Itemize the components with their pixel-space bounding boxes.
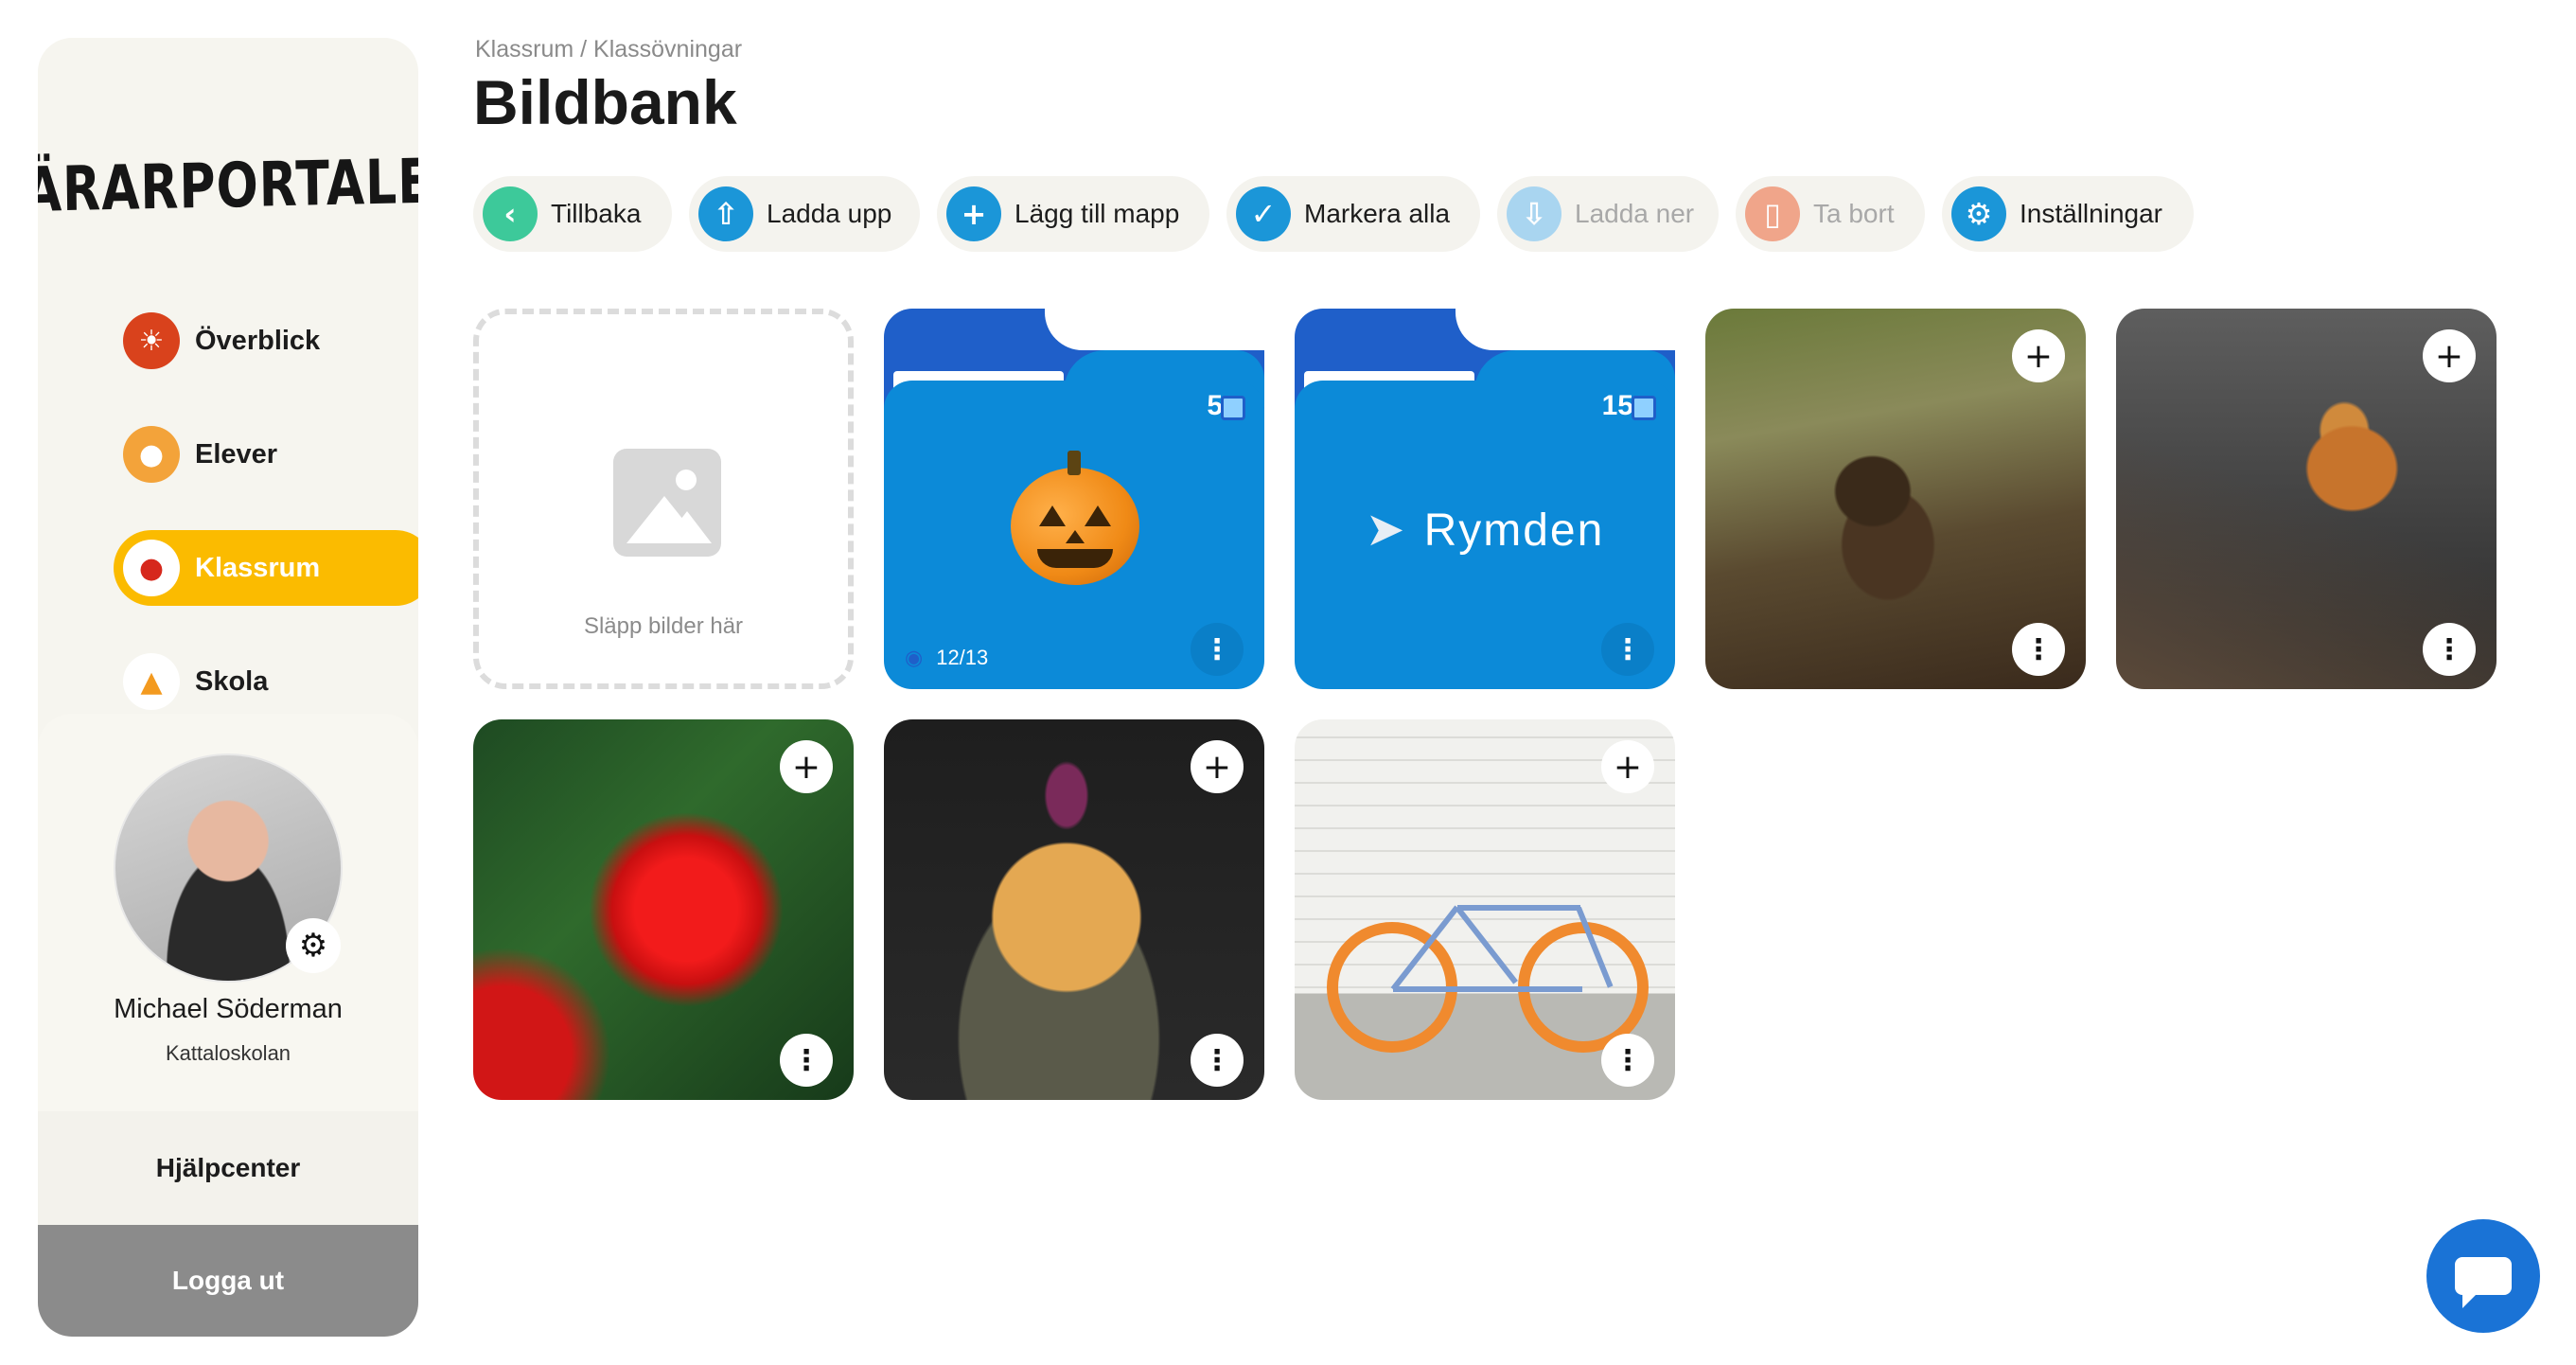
folder-image-count: 15 xyxy=(1601,390,1633,421)
school-icon: ▲ xyxy=(123,653,180,710)
delete-button-label: Ta bort xyxy=(1813,199,1895,228)
sidebar-item-label: Överblick xyxy=(195,325,321,356)
chevron-left-icon: ‹ xyxy=(483,186,538,241)
cloud-download-icon: ⇩ xyxy=(1507,186,1561,241)
image-bicycle[interactable]: + ⋮ xyxy=(1295,719,1675,1100)
add-icon[interactable]: + xyxy=(780,740,833,793)
settings-button-label: Inställningar xyxy=(2020,199,2162,228)
page-title: Bildbank xyxy=(473,67,737,137)
back-button[interactable]: ‹ Tillbaka xyxy=(473,176,672,252)
user-profile: ⚙ Michael Söderman Kattaloskolan xyxy=(38,714,418,1111)
image-tiger[interactable]: + ⋮ xyxy=(2116,309,2497,689)
image-dropzone[interactable]: Släpp bilder här xyxy=(473,309,854,689)
help-center-link[interactable]: Hjälpcenter xyxy=(38,1111,418,1225)
download-button-label: Ladda ner xyxy=(1575,199,1695,228)
logout-button[interactable]: Logga ut xyxy=(38,1225,418,1337)
add-icon[interactable]: + xyxy=(2423,329,2476,382)
user-school: Kattaloskolan xyxy=(165,1041,291,1065)
chat-button[interactable] xyxy=(2426,1219,2540,1333)
image-placeholder-icon xyxy=(613,449,721,557)
more-options-icon[interactable]: ⋮ xyxy=(1601,623,1654,676)
trash-icon: ▯ xyxy=(1745,186,1800,241)
eye-icon: ◉ xyxy=(905,646,924,670)
gear-icon[interactable]: ⚙ xyxy=(286,918,341,973)
more-options-icon[interactable]: ⋮ xyxy=(2423,623,2476,676)
delete-button[interactable]: ▯ Ta bort xyxy=(1736,176,1925,252)
add-icon[interactable]: + xyxy=(1601,740,1654,793)
app-logo[interactable]: LÄRARPORTALEN xyxy=(38,130,418,243)
settings-button[interactable]: ⚙ Inställningar xyxy=(1942,176,2194,252)
back-button-label: Tillbaka xyxy=(551,199,642,228)
folder-title-text: Rymden xyxy=(1423,505,1605,556)
check-icon: ✓ xyxy=(1236,186,1291,241)
add-icon[interactable]: + xyxy=(1191,740,1244,793)
sidebar-item-label: Skola xyxy=(195,665,269,697)
upload-button-label: Ladda upp xyxy=(767,199,892,228)
sidebar-item-label: Klassrum xyxy=(195,552,321,583)
add-icon[interactable]: + xyxy=(2012,329,2065,382)
sidebar: LÄRARPORTALEN ☀ Överblick ● Elever ● Kla… xyxy=(38,38,418,1337)
user-name: Michael Söderman xyxy=(114,994,343,1024)
more-options-icon[interactable]: ⋮ xyxy=(1191,623,1244,676)
plus-icon: + xyxy=(946,186,1001,241)
jack-o-lantern-icon xyxy=(1011,451,1139,585)
folder-halloween[interactable]: 5 ◉ 12/13 ⋮ xyxy=(884,309,1264,689)
more-options-icon[interactable]: ⋮ xyxy=(1601,1034,1654,1087)
image-count-icon xyxy=(1221,396,1245,420)
sidebar-item-elever[interactable]: ● Elever xyxy=(114,417,418,492)
image-count-icon xyxy=(1632,396,1656,420)
sidebar-item-overblick[interactable]: ☀ Överblick xyxy=(114,303,418,379)
folder-rymden[interactable]: 15 ➤ Rymden ⋮ xyxy=(1295,309,1675,689)
settings-icon: ⚙ xyxy=(1951,186,2006,241)
image-red-rose[interactable]: + ⋮ xyxy=(473,719,854,1100)
image-bear-cub[interactable]: + ⋮ xyxy=(1705,309,2086,689)
upload-button[interactable]: ⇧ Ladda upp xyxy=(689,176,920,252)
sidebar-item-klassrum[interactable]: ● Klassrum xyxy=(114,530,418,606)
select-all-button-label: Markera alla xyxy=(1304,199,1451,228)
select-all-button[interactable]: ✓ Markera alla xyxy=(1226,176,1480,252)
breadcrumb[interactable]: Klassrum / Klassövningar xyxy=(475,36,742,63)
lion-icon: ☀ xyxy=(123,312,180,369)
visibility-count: 12/13 xyxy=(936,646,989,669)
apple-icon: ● xyxy=(123,540,180,596)
chat-bubble-icon xyxy=(2455,1257,2512,1308)
image-pancakes[interactable]: + ⋮ xyxy=(884,719,1264,1100)
sidebar-item-label: Elever xyxy=(195,438,278,470)
students-icon: ● xyxy=(123,426,180,483)
sidebar-item-skola[interactable]: ▲ Skola xyxy=(114,644,418,719)
download-button[interactable]: ⇩ Ladda ner xyxy=(1497,176,1719,252)
add-folder-button-label: Lägg till mapp xyxy=(1015,199,1180,228)
more-options-icon[interactable]: ⋮ xyxy=(780,1034,833,1087)
add-folder-button[interactable]: + Lägg till mapp xyxy=(937,176,1209,252)
folder-visibility: ◉ 12/13 xyxy=(905,646,988,670)
more-options-icon[interactable]: ⋮ xyxy=(2012,623,2065,676)
cloud-upload-icon: ⇧ xyxy=(698,186,753,241)
dropzone-label: Släpp bilder här xyxy=(583,613,744,639)
folder-title: ➤ Rymden xyxy=(1295,502,1675,557)
more-options-icon[interactable]: ⋮ xyxy=(1191,1034,1244,1087)
rocket-icon: ➤ xyxy=(1365,502,1407,557)
